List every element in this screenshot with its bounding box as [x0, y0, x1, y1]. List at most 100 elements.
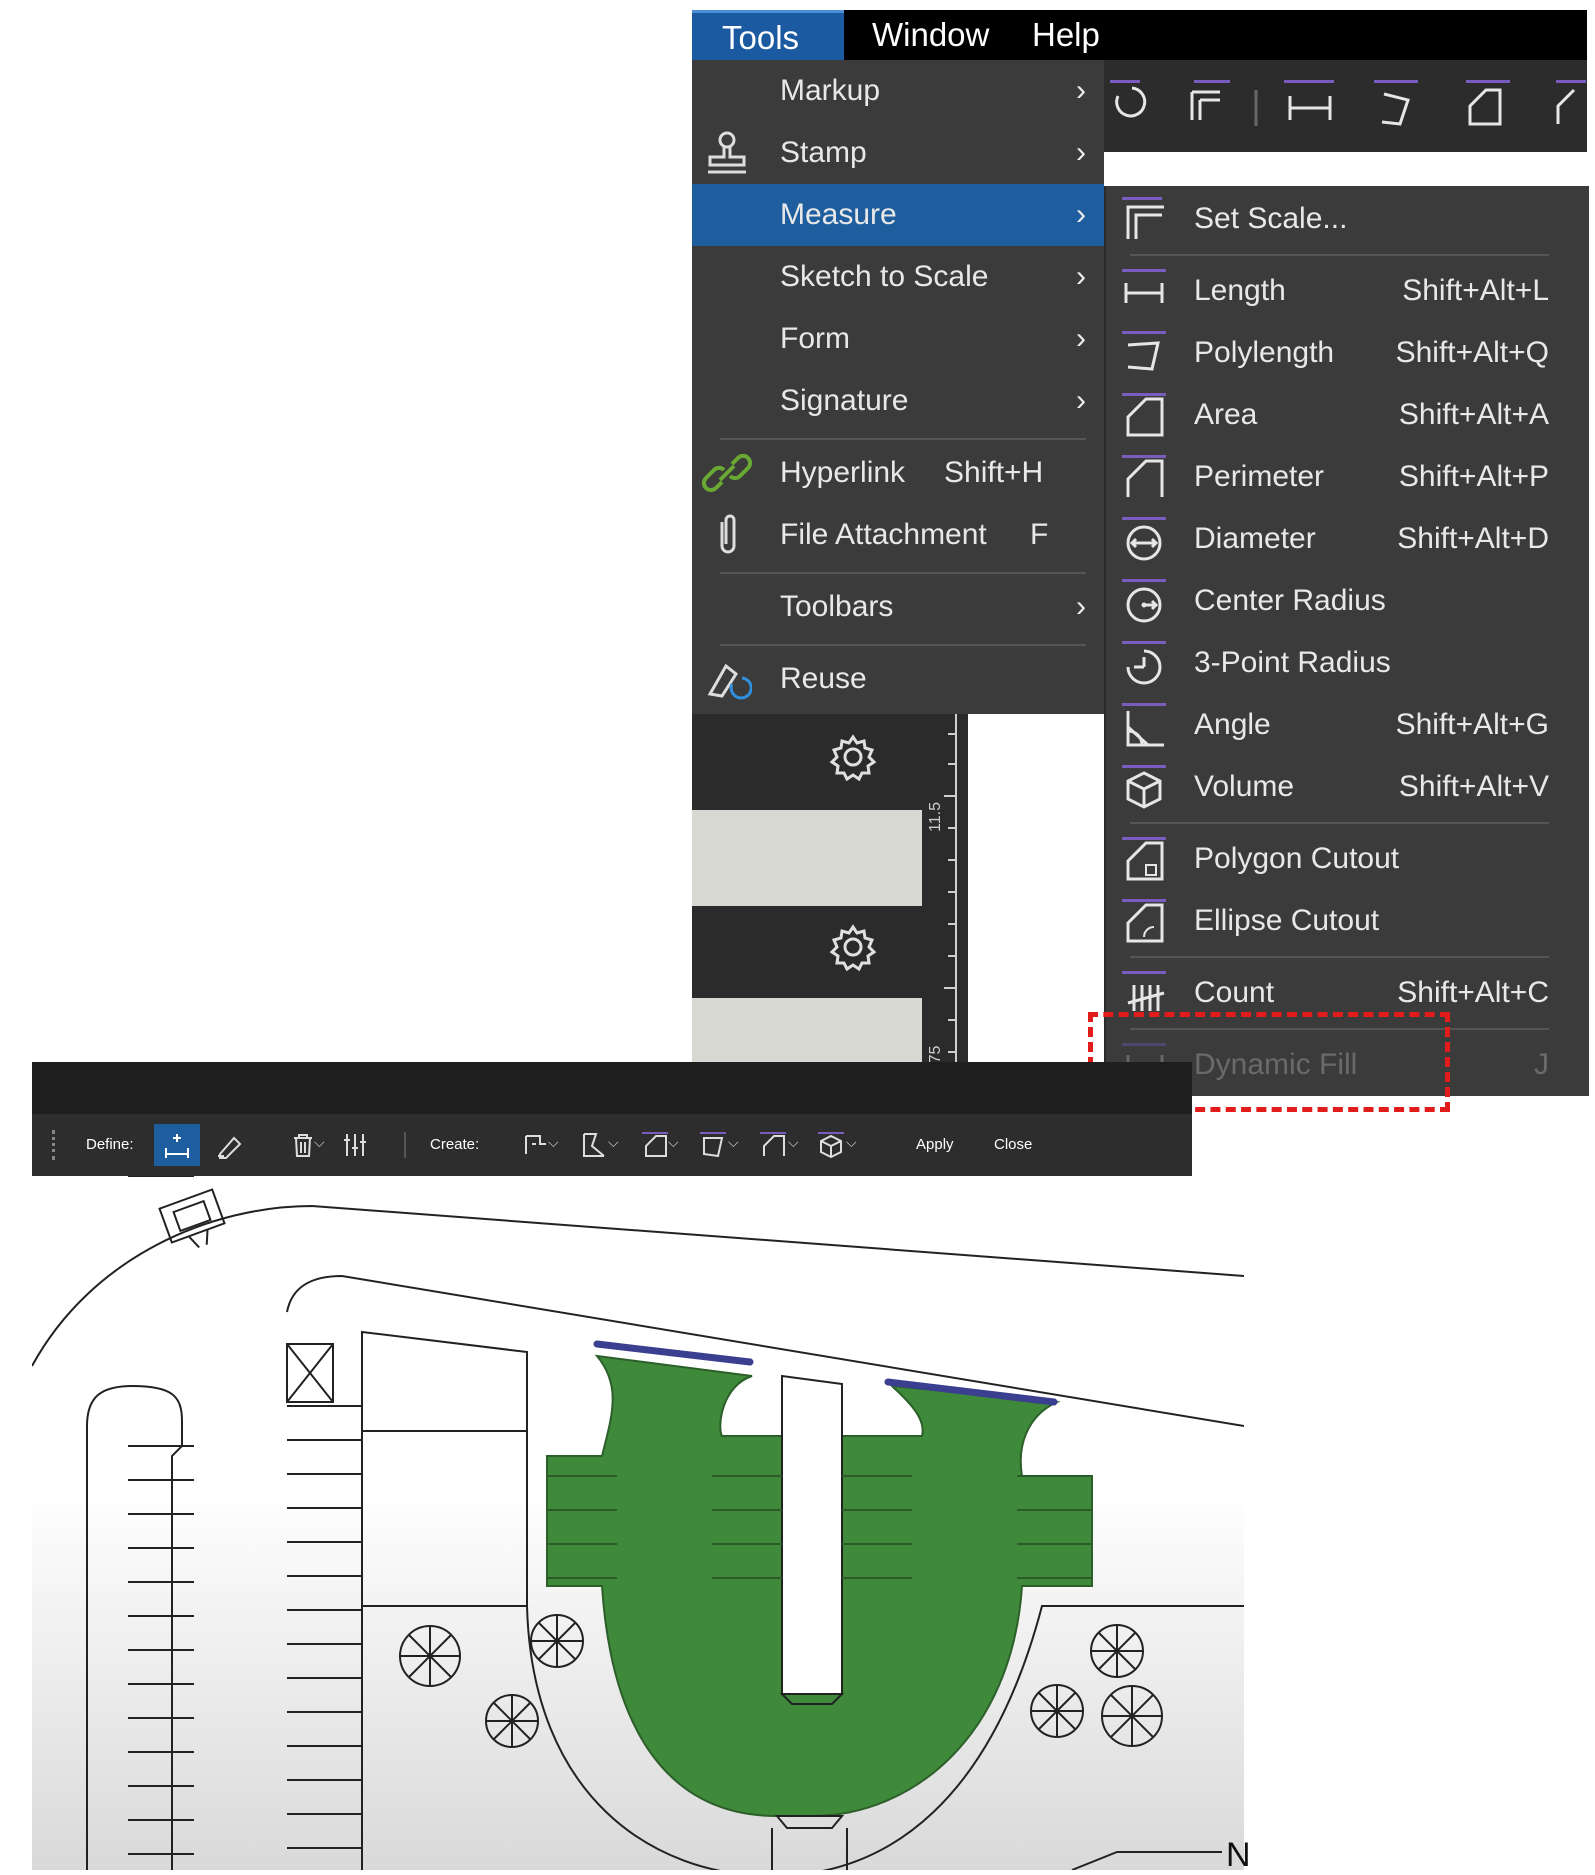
- menu-item-label: Reuse: [780, 662, 867, 695]
- menu-item-diameter[interactable]: Diameter Shift+Alt+D: [1106, 508, 1589, 570]
- vertical-ruler: 11.5 11.75: [922, 714, 968, 1096]
- menu-item-ellipse-cutout[interactable]: Ellipse Cutout: [1106, 890, 1589, 952]
- menu-item-set-scale[interactable]: Set Scale...: [1106, 188, 1589, 250]
- menu-window[interactable]: Window: [842, 10, 1019, 60]
- menu-item-label: Angle: [1194, 708, 1271, 741]
- polygon-cutout-icon: [1122, 837, 1166, 881]
- menu-item-file-attachment[interactable]: File Attachment F: [692, 504, 1104, 566]
- gear-icon[interactable]: [828, 922, 878, 972]
- area-tool-icon[interactable]: [638, 1128, 672, 1162]
- menu-item-shortcut: F: [1030, 518, 1049, 551]
- menu-item-signature[interactable]: Signature ›: [692, 370, 1104, 432]
- menu-item-label: Markup: [780, 74, 881, 107]
- menu-item-polygon-cutout[interactable]: Polygon Cutout: [1106, 828, 1589, 890]
- chevron-right-icon: ›: [1076, 260, 1086, 293]
- chevron-down-icon[interactable]: ⌵: [846, 1134, 857, 1151]
- chevron-down-icon[interactable]: ⌵: [608, 1134, 619, 1151]
- chevron-right-icon: ›: [1076, 322, 1086, 355]
- area-icon: [1122, 393, 1166, 437]
- hyperlink-icon: [702, 453, 752, 493]
- volume-tool-icon[interactable]: [814, 1128, 848, 1162]
- angle-tool-icon[interactable]: [576, 1128, 610, 1162]
- ruler-label: 11.5: [927, 802, 944, 832]
- set-scale-toolbar-icon: [1190, 90, 1220, 120]
- menu-item-label: Area: [1194, 398, 1258, 431]
- chevron-down-icon[interactable]: ⌵: [728, 1134, 739, 1151]
- sliders-icon[interactable]: [338, 1128, 372, 1162]
- menu-separator: [1130, 822, 1549, 824]
- menu-item-hyperlink[interactable]: Hyperlink Shift+H: [692, 442, 1104, 504]
- toolbar-grip[interactable]: [52, 1130, 59, 1160]
- menu-item-shortcut: Shift+Alt+A: [1398, 398, 1549, 431]
- perimeter-tool-icon[interactable]: [756, 1128, 790, 1162]
- menu-item-toolbars[interactable]: Toolbars ›: [692, 576, 1104, 638]
- menu-item-reuse[interactable]: Reuse: [692, 648, 1104, 710]
- site-plan-drawing: N: [32, 1176, 1251, 1874]
- drawing-label: N: [1226, 1836, 1251, 1874]
- page-area: [968, 714, 1104, 1096]
- side-panel: [692, 714, 922, 1096]
- menubar: Tools Window Help: [692, 10, 1587, 60]
- menu-item-label: Polylength: [1194, 336, 1335, 369]
- menu-item-label: Ellipse Cutout: [1194, 904, 1380, 937]
- chevron-down-icon[interactable]: ⌵: [548, 1134, 559, 1151]
- measure-submenu: Set Scale... Length Shift+Alt+L Polyleng…: [1104, 186, 1589, 1096]
- menu-item-label: Toolbars: [780, 590, 894, 623]
- menu-item-measure[interactable]: Measure ›: [692, 184, 1104, 246]
- close-button[interactable]: Close: [994, 1114, 1032, 1176]
- menu-item-form[interactable]: Form ›: [692, 308, 1104, 370]
- reuse-icon: [707, 663, 752, 700]
- menu-separator: [720, 644, 1086, 646]
- menu-item-label: File Attachment: [780, 518, 987, 551]
- menu-item-area[interactable]: Area Shift+Alt+A: [1106, 384, 1589, 446]
- set-scale-icon: [1122, 197, 1164, 239]
- chevron-right-icon: ›: [1076, 74, 1086, 107]
- menu-item-label: Sketch to Scale: [780, 260, 989, 293]
- volume-icon: [1122, 765, 1166, 809]
- menu-item-sketch-to-scale[interactable]: Sketch to Scale ›: [692, 246, 1104, 308]
- menu-item-label: Hyperlink: [780, 456, 906, 489]
- menu-item-shortcut: Shift+Alt+G: [1395, 708, 1549, 741]
- menu-item-angle[interactable]: Angle Shift+Alt+G: [1106, 694, 1589, 756]
- chevron-down-icon[interactable]: ⌵: [788, 1134, 799, 1151]
- menu-item-label: Diameter: [1194, 522, 1316, 555]
- menu-item-volume[interactable]: Volume Shift+Alt+V: [1106, 756, 1589, 818]
- toolbar-top-band: [32, 1062, 1192, 1114]
- define-boundary-button[interactable]: [154, 1124, 200, 1166]
- menu-item-markup[interactable]: Markup ›: [692, 60, 1104, 122]
- menu-help[interactable]: Help: [1002, 10, 1130, 60]
- length-icon: [1122, 269, 1166, 303]
- toolbar-divider: [404, 1132, 406, 1158]
- apply-button[interactable]: Apply: [916, 1114, 954, 1176]
- dynamic-fill-toolbar: Define: ⌵ Create: ⌵ ⌵ ⌵ ⌵ ⌵ ⌵ Apply Clos…: [32, 1114, 1192, 1176]
- three-point-radius-icon: [1122, 641, 1166, 685]
- tools-menu: Markup › Stamp › Measure › Sketch to Sca…: [692, 60, 1104, 714]
- menu-item-label: Form: [780, 322, 850, 355]
- menu-item-perimeter[interactable]: Perimeter Shift+Alt+P: [1106, 446, 1589, 508]
- perimeter-icon: [1122, 455, 1166, 497]
- menu-item-stamp[interactable]: Stamp ›: [692, 122, 1104, 184]
- chevron-down-icon[interactable]: ⌵: [668, 1134, 679, 1151]
- menu-item-polylength[interactable]: Polylength Shift+Alt+Q: [1106, 322, 1589, 384]
- gear-icon[interactable]: [828, 732, 878, 782]
- polylength-tool-icon[interactable]: [518, 1128, 552, 1162]
- menu-separator: [720, 572, 1086, 574]
- chevron-down-icon[interactable]: ⌵: [314, 1134, 325, 1151]
- eraser-icon[interactable]: [212, 1128, 246, 1162]
- menu-item-label: Polygon Cutout: [1194, 842, 1400, 875]
- polylength-measure-icon[interactable]: [696, 1128, 730, 1162]
- chevron-right-icon: ›: [1076, 198, 1086, 231]
- measure-toolbar: [1104, 60, 1587, 152]
- polylength-toolbar-icon: [1381, 92, 1410, 126]
- chevron-right-icon: ›: [1076, 590, 1086, 623]
- menu-item-center-radius[interactable]: Center Radius: [1106, 570, 1589, 632]
- menu-item-shortcut: Shift+H: [944, 456, 1044, 489]
- menu-item-shortcut: Shift+Alt+D: [1397, 522, 1549, 555]
- menu-item-length[interactable]: Length Shift+Alt+L: [1106, 260, 1589, 322]
- menu-item-3-point-radius[interactable]: 3-Point Radius: [1106, 632, 1589, 694]
- menu-item-label: Signature: [780, 384, 909, 417]
- create-label: Create:: [430, 1136, 480, 1153]
- count-icon: [1122, 971, 1166, 1011]
- menu-tools[interactable]: Tools: [692, 10, 844, 60]
- define-label: Define:: [86, 1136, 134, 1153]
